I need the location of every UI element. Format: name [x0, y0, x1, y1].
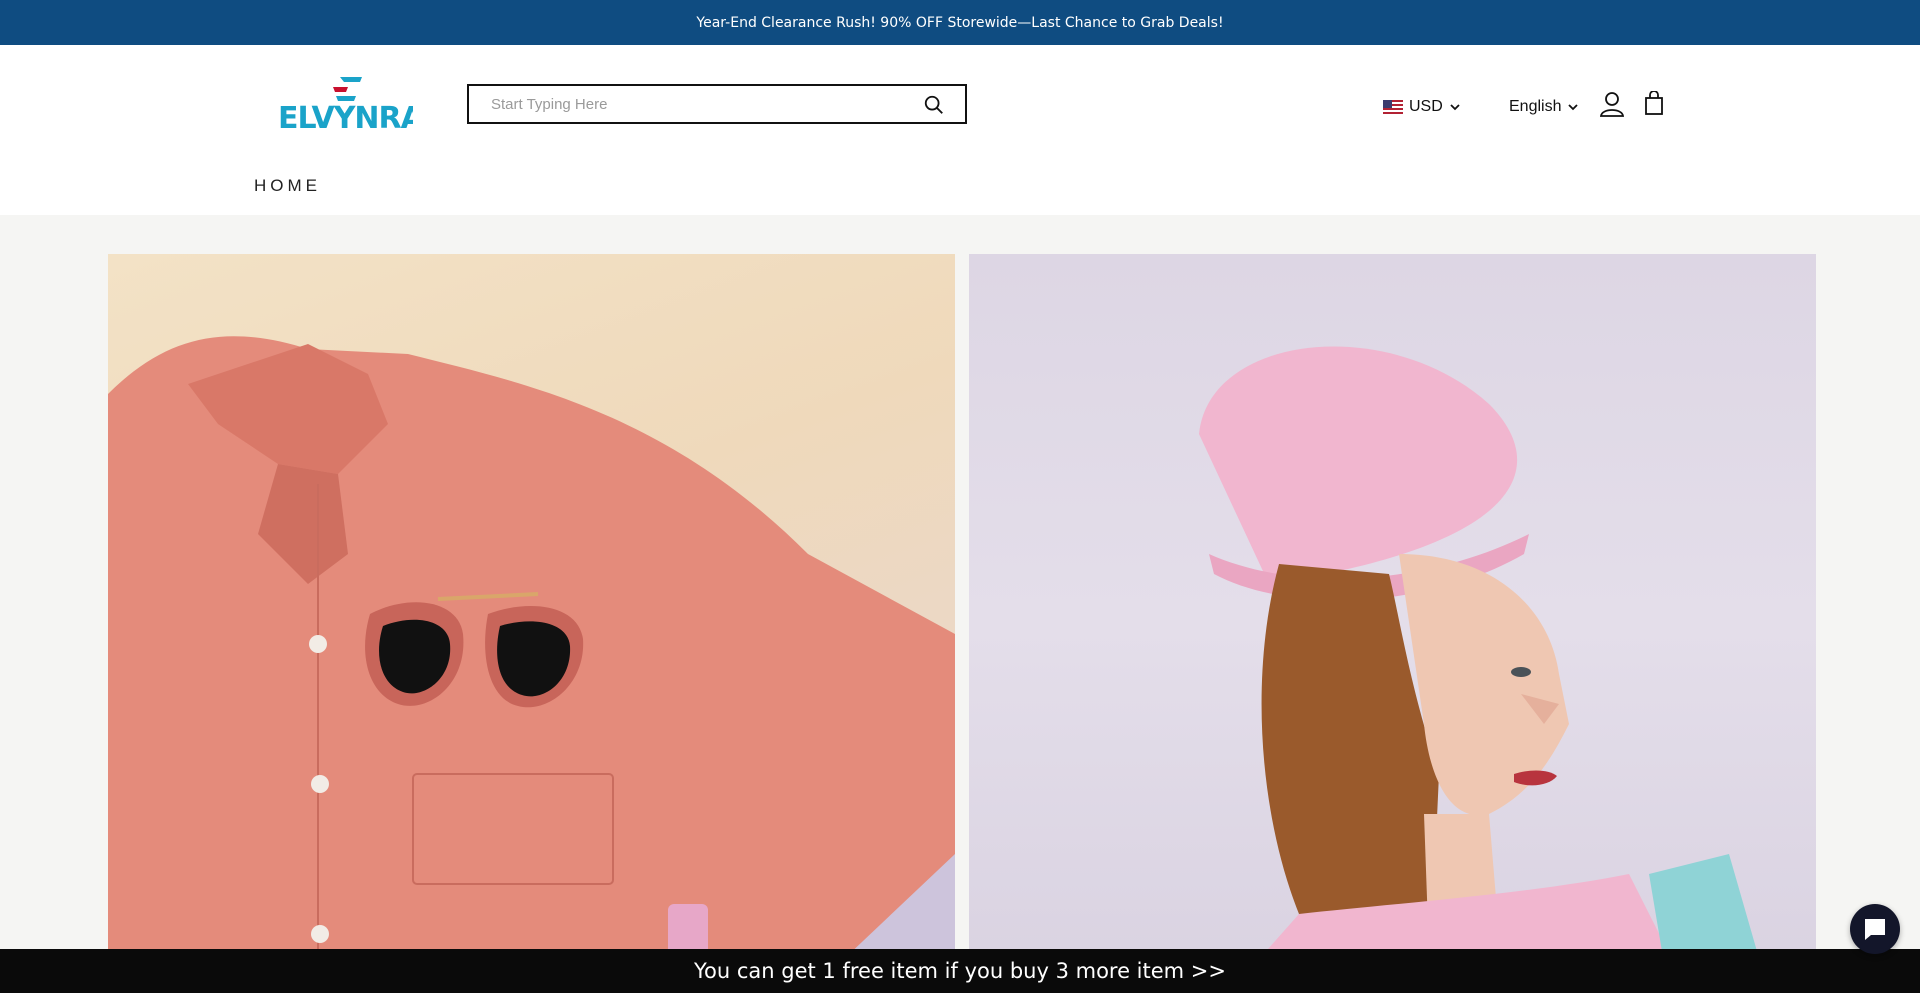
chat-button[interactable]: [1850, 904, 1900, 954]
brand-logo[interactable]: ELVYNRA: [278, 75, 426, 136]
beanie-model-illustration: [1199, 346, 1769, 993]
language-label: English: [1509, 98, 1562, 115]
chat-icon: [1865, 919, 1885, 940]
promo-text: You can get 1 free item if you buy 3 mor…: [694, 959, 1226, 983]
svg-text:ELVYNRA: ELVYNRA: [278, 101, 413, 131]
account-icon[interactable]: [1600, 91, 1624, 117]
search-box: [467, 84, 967, 124]
chevron-down-icon: [1450, 104, 1460, 111]
cart-icon[interactable]: [1644, 91, 1664, 115]
banner-image-shirt[interactable]: [108, 254, 955, 993]
search-icon[interactable]: [923, 94, 945, 116]
nav-home-link[interactable]: HOME: [254, 176, 321, 196]
banner-image-beanie[interactable]: [969, 254, 1816, 993]
chevron-down-icon: [1568, 104, 1579, 111]
search-input[interactable]: [469, 86, 909, 122]
shirt-illustration: [108, 336, 955, 993]
announcement-text: Year-End Clearance Rush! 90% OFF Storewi…: [696, 14, 1224, 31]
us-flag-icon: [1383, 100, 1403, 114]
language-selector[interactable]: English: [1509, 95, 1579, 119]
currency-selector[interactable]: USD: [1383, 95, 1461, 119]
announcement-bar: Year-End Clearance Rush! 90% OFF Storewi…: [0, 0, 1920, 45]
site-header: ELVYNRA USD English HOME: [0, 45, 1920, 215]
currency-label: USD: [1409, 98, 1443, 115]
promo-bar[interactable]: You can get 1 free item if you buy 3 mor…: [0, 949, 1920, 993]
